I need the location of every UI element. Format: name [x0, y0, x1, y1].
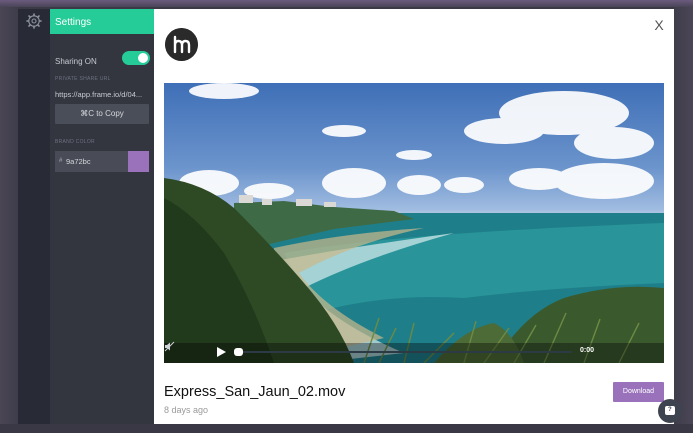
sharing-label: Sharing ON	[55, 57, 97, 66]
brand-color-field[interactable]: # 9a72bc	[55, 151, 149, 172]
chat-icon: ?	[665, 406, 675, 415]
scrub-handle[interactable]	[234, 348, 243, 356]
settings-title: Settings	[50, 9, 154, 34]
background-left	[0, 7, 18, 433]
download-button[interactable]: Download	[613, 382, 664, 402]
mute-icon[interactable]	[164, 341, 175, 352]
toggle-knob	[138, 53, 148, 63]
file-name: Express_San_Jaun_02.mov	[164, 384, 346, 400]
background-bottom	[0, 424, 693, 433]
background-right	[674, 7, 693, 433]
play-icon[interactable]	[217, 347, 226, 357]
share-url[interactable]: https://app.frame.io/d/04...	[55, 90, 151, 99]
settings-panel: Settings Sharing ON PRIVATE SHARE URL ht…	[50, 9, 154, 424]
top-bar	[0, 0, 693, 7]
close-icon[interactable]: X	[651, 17, 667, 33]
brand-logo	[165, 28, 198, 61]
brand-color-value[interactable]: 9a72bc	[66, 157, 91, 166]
hash-icon: #	[59, 158, 63, 164]
gear-icon[interactable]	[26, 13, 42, 29]
private-share-url-label: PRIVATE SHARE URL	[55, 76, 111, 82]
icon-rail	[18, 9, 50, 424]
file-age: 8 days ago	[164, 405, 209, 415]
share-preview-modal: X 0:00 Express_San_Jaun_02.mov 8 days ag…	[154, 9, 674, 424]
brand-color-label: BRAND COLOR	[55, 139, 95, 145]
time-display: 0:00	[580, 347, 595, 354]
video-player[interactable]: 0:00	[164, 83, 664, 363]
sharing-row: Sharing ON	[55, 51, 150, 66]
player-controls: 0:00	[164, 341, 664, 363]
progress-track[interactable]	[238, 351, 572, 353]
help-chat-button[interactable]: ?	[658, 399, 682, 423]
brand-color-swatch[interactable]	[128, 151, 149, 172]
copy-button[interactable]: ⌘C to Copy	[55, 104, 149, 124]
video-frame	[164, 83, 664, 363]
sharing-toggle[interactable]	[122, 51, 150, 65]
